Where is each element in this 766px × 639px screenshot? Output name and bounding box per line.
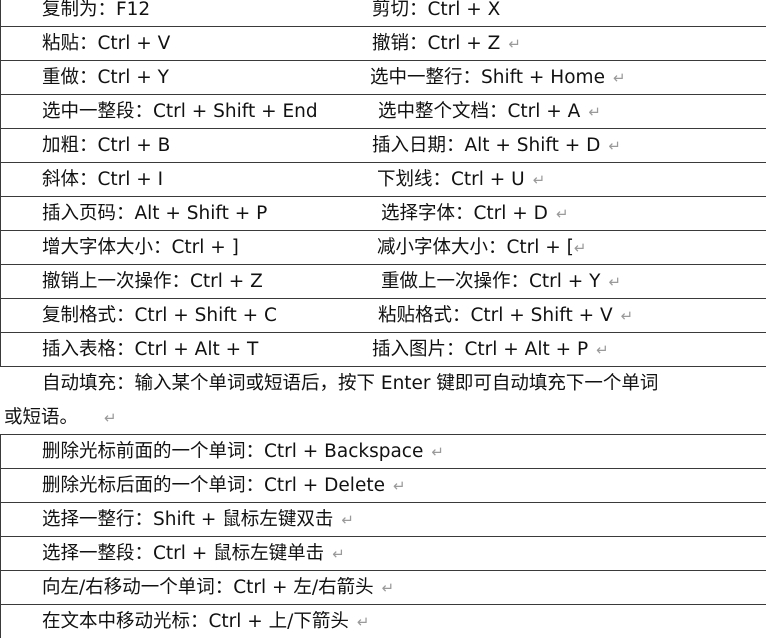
- table-row: 增大字体大小：Ctrl + ] 减小字体大小：Ctrl + [↵: [0, 230, 766, 264]
- table-row: 撤销上一次操作：Ctrl + Z 重做上一次操作：Ctrl + Y ↵: [0, 264, 766, 298]
- shortcut-full[interactable]: 选择一整段：Ctrl + 鼠标左键单击 ↵: [42, 537, 345, 571]
- shortcut-right[interactable]: 下划线：Ctrl + U ↵: [377, 163, 545, 197]
- table-row: 加粗：Ctrl + B 插入日期：Alt + Shift + D ↵: [0, 128, 766, 162]
- paragraph-mark-icon: ↵: [431, 443, 444, 461]
- shortcut-left[interactable]: 重做：Ctrl + Y: [42, 61, 169, 94]
- shortcut-right[interactable]: 撤销：Ctrl + Z ↵: [372, 27, 521, 61]
- paragraph-mark-icon: ↵: [620, 307, 634, 325]
- shortcut-full[interactable]: 在文本中移动光标：Ctrl + 上/下箭头 ↵: [42, 605, 370, 639]
- shortcut-right[interactable]: 重做上一次操作：Ctrl + Y ↵: [381, 265, 621, 299]
- table-row: 选择一整行：Shift + 鼠标左键双击 ↵: [0, 502, 766, 536]
- table-row-autofill: 自动填充：输入某个单词或短语后，按下 Enter 键即可自动填充下一个单词 或短…: [0, 366, 766, 434]
- table-row: 在文本中移动光标：Ctrl + 上/下箭头 ↵: [0, 604, 766, 638]
- table-row: 选中一整段：Ctrl + Shift + End 选中整个文档：Ctrl + A…: [0, 94, 766, 128]
- paragraph-mark-icon: ↵: [356, 613, 370, 631]
- shortcut-left[interactable]: 选中一整段：Ctrl + Shift + End: [42, 95, 318, 128]
- shortcut-right[interactable]: 插入图片：Ctrl + Alt + P ↵: [372, 333, 609, 367]
- shortcut-full[interactable]: 选择一整行：Shift + 鼠标左键双击 ↵: [42, 503, 354, 537]
- table-row: 斜体：Ctrl + I 下划线：Ctrl + U ↵: [0, 162, 766, 196]
- shortcut-full[interactable]: 删除光标后面的一个单词：Ctrl + Delete ↵: [42, 469, 406, 503]
- table-row: 删除光标后面的一个单词：Ctrl + Delete ↵: [0, 468, 766, 502]
- shortcut-left[interactable]: 粘贴：Ctrl + V: [42, 27, 170, 60]
- shortcut-right[interactable]: 剪切：Ctrl + X: [372, 0, 500, 26]
- table-row: 插入页码：Alt + Shift + P 选择字体：Ctrl + D ↵: [0, 196, 766, 230]
- paragraph-mark-icon: ↵: [596, 341, 609, 359]
- paragraph-mark-icon: ↵: [573, 239, 587, 257]
- shortcut-right[interactable]: 插入日期：Alt + Shift + D ↵: [372, 129, 621, 163]
- paragraph-mark-icon: ↵: [555, 205, 569, 223]
- paragraph-mark-icon: ↵: [332, 545, 345, 563]
- shortcut-right[interactable]: 选中整个文档：Ctrl + A ↵: [378, 95, 601, 129]
- shortcut-left[interactable]: 加粗：Ctrl + B: [42, 129, 170, 162]
- paragraph-mark-icon: ↵: [588, 103, 601, 121]
- shortcut-right[interactable]: 粘贴格式：Ctrl + Shift + V ↵: [378, 299, 633, 333]
- table-row: 复制格式：Ctrl + Shift + C 粘贴格式：Ctrl + Shift …: [0, 298, 766, 332]
- shortcut-left[interactable]: 复制格式：Ctrl + Shift + C: [42, 299, 277, 332]
- paragraph-mark-icon: ↵: [392, 477, 406, 495]
- shortcut-table: 复制为：F12 剪切：Ctrl + X 粘贴：Ctrl + V 撤销：Ctrl …: [0, 0, 766, 638]
- paragraph-mark-icon: ↵: [508, 35, 521, 53]
- shortcut-right[interactable]: 选择字体：Ctrl + D ↵: [381, 197, 569, 231]
- autofill-line2[interactable]: 或短语。 ↵: [4, 401, 117, 435]
- shortcut-left[interactable]: 斜体：Ctrl + I: [42, 163, 163, 196]
- table-row: 向左/右移动一个单词：Ctrl + 左/右箭头 ↵: [0, 570, 766, 604]
- table-row: 插入表格：Ctrl + Alt + T 插入图片：Ctrl + Alt + P ↵: [0, 332, 766, 366]
- shortcut-left[interactable]: 复制为：F12: [42, 0, 150, 26]
- paragraph-mark-icon: ↵: [341, 511, 354, 529]
- shortcut-left[interactable]: 撤销上一次操作：Ctrl + Z: [42, 265, 263, 298]
- paragraph-mark-icon: ↵: [612, 69, 626, 87]
- shortcut-right[interactable]: 选中一整行：Shift + Home ↵: [370, 61, 626, 95]
- shortcut-left[interactable]: 插入页码：Alt + Shift + P: [42, 197, 267, 230]
- shortcut-left[interactable]: 插入表格：Ctrl + Alt + T: [42, 333, 258, 366]
- table-row: 粘贴：Ctrl + V 撤销：Ctrl + Z ↵: [0, 26, 766, 60]
- shortcut-left[interactable]: 增大字体大小：Ctrl + ]: [42, 231, 239, 264]
- paragraph-mark-icon: ↵: [104, 409, 117, 427]
- paragraph-mark-icon: ↵: [608, 273, 622, 291]
- table-row: 选择一整段：Ctrl + 鼠标左键单击 ↵: [0, 536, 766, 570]
- table-row: 重做：Ctrl + Y 选中一整行：Shift + Home ↵: [0, 60, 766, 94]
- autofill-line1[interactable]: 自动填充：输入某个单词或短语后，按下 Enter 键即可自动填充下一个单词: [42, 367, 658, 400]
- table-row: 复制为：F12 剪切：Ctrl + X: [0, 0, 766, 26]
- shortcut-right[interactable]: 减小字体大小：Ctrl + [↵: [377, 231, 586, 265]
- paragraph-mark-icon: ↵: [608, 137, 621, 155]
- table-row: 删除光标前面的一个单词：Ctrl + Backspace ↵: [0, 434, 766, 468]
- paragraph-mark-icon: ↵: [532, 171, 546, 189]
- paragraph-mark-icon: ↵: [381, 579, 395, 597]
- shortcut-full[interactable]: 删除光标前面的一个单词：Ctrl + Backspace ↵: [42, 435, 444, 469]
